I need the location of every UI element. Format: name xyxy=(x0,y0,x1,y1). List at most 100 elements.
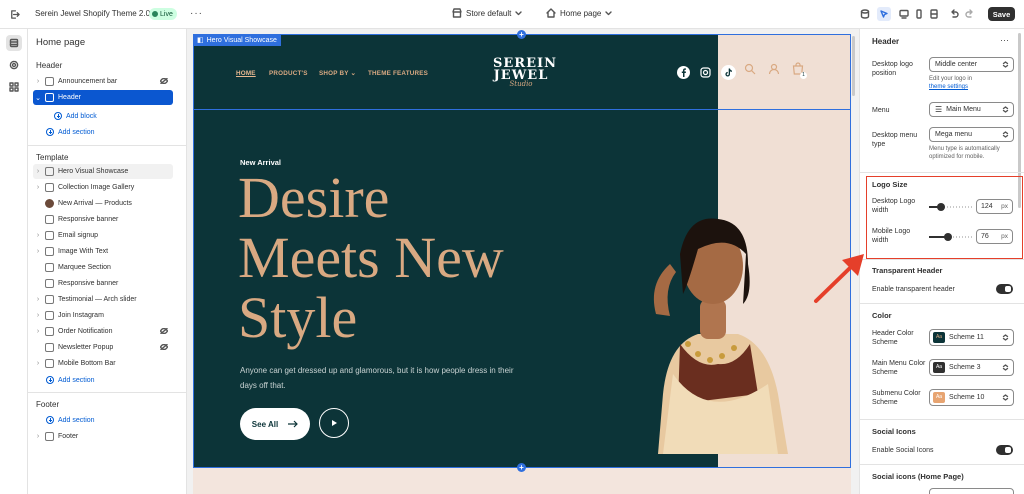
desktop-menu-type-select[interactable]: Mega menu xyxy=(929,127,1014,142)
section-icon xyxy=(45,93,54,102)
redo-icon[interactable] xyxy=(963,7,977,21)
sidebar-item-template[interactable]: › Order Notification xyxy=(33,324,173,339)
sidebar-item-template[interactable]: › Join Instagram xyxy=(33,308,173,323)
chevron-right-icon[interactable]: › xyxy=(33,232,43,239)
sidebar-item-template[interactable]: › Image With Text xyxy=(33,244,173,259)
instagram-icon[interactable] xyxy=(699,66,712,79)
chevron-down-icon[interactable]: ⌄ xyxy=(33,94,43,102)
nav-shop-by[interactable]: SHOP BY ⌄ xyxy=(319,70,356,77)
section-icon xyxy=(45,247,54,256)
see-all-button[interactable]: See All xyxy=(240,408,310,440)
desktop-logo-position-select[interactable]: Middle center xyxy=(929,57,1014,72)
chevron-right-icon[interactable]: › xyxy=(33,360,43,367)
add-section-footer-button[interactable]: Add section xyxy=(46,416,95,424)
transparent-header-title: Transparent Header xyxy=(872,266,943,275)
sidebar-item-label: Join Instagram xyxy=(58,312,104,319)
toggle-knob xyxy=(1005,286,1011,292)
page-selector[interactable]: Home page xyxy=(546,8,613,18)
sidebar-item-footer[interactable]: › Footer xyxy=(33,429,173,444)
color-title: Color xyxy=(872,311,892,320)
desktop-view-icon[interactable] xyxy=(897,7,911,21)
more-actions-button[interactable]: ··· xyxy=(190,8,203,19)
desktop-logo-position-label: Desktop logo position xyxy=(872,61,913,77)
chevron-right-icon[interactable]: › xyxy=(33,248,43,255)
hero-subtext: Anyone can get dressed up and glamorous,… xyxy=(240,366,514,390)
scheme-swatch: Aa xyxy=(933,392,945,403)
undo-icon[interactable] xyxy=(947,7,961,21)
nav-home[interactable]: HOME xyxy=(236,70,256,77)
desktop-logo-position-value: Middle center xyxy=(935,61,978,68)
apps-icon[interactable] xyxy=(6,79,22,95)
settings-gear-icon[interactable] xyxy=(6,57,22,73)
sections-icon[interactable] xyxy=(6,35,22,51)
sidebar-item-template[interactable]: › Mobile Bottom Bar xyxy=(33,356,173,371)
divider xyxy=(860,172,1024,173)
header-color-scheme-select[interactable]: Aa Scheme 11 xyxy=(929,329,1014,346)
store-logo[interactable]: SEREIN JEWEL Studio xyxy=(493,57,556,88)
sidebar-item-template[interactable]: › Collection Image Gallery xyxy=(33,180,173,195)
hidden-eye-icon[interactable] xyxy=(160,328,168,334)
insert-section-top-button[interactable]: + xyxy=(517,30,526,39)
live-dot-icon xyxy=(152,11,158,17)
logo-hint: Edit your logo in theme settings xyxy=(929,75,972,91)
divider xyxy=(860,303,1024,304)
hidden-eye-icon[interactable] xyxy=(160,344,168,350)
header-color-scheme-label: Header Color Scheme xyxy=(872,330,914,346)
plus-circle-icon xyxy=(46,376,54,384)
insert-section-bottom-button[interactable]: + xyxy=(517,463,526,472)
sidebar-item-template[interactable]: Marquee Section xyxy=(33,260,173,275)
add-section-template-button[interactable]: Add section xyxy=(46,376,95,384)
submenu-color-scheme-select[interactable]: Aa Scheme 10 xyxy=(929,389,1014,406)
section-icon xyxy=(45,343,54,352)
database-icon[interactable] xyxy=(858,7,872,21)
social-icons-toggle[interactable] xyxy=(996,445,1013,455)
store-selector[interactable]: Store default xyxy=(452,8,523,18)
sidebar-item-label: New Arrival — Products xyxy=(58,200,132,207)
chevron-right-icon[interactable]: › xyxy=(33,168,43,175)
scheme-swatch: Aa xyxy=(933,332,945,343)
sidebar-item-label: Announcement bar xyxy=(58,78,118,85)
sidebar-item-label: Mobile Bottom Bar xyxy=(58,360,116,367)
header-group-title: Header xyxy=(36,61,63,70)
chevron-right-icon[interactable]: › xyxy=(33,328,43,335)
nav-theme-features[interactable]: THEME FEATURES xyxy=(368,70,428,77)
add-block-button[interactable]: Add block xyxy=(54,112,97,120)
fullscreen-icon[interactable] xyxy=(927,7,941,21)
main-menu-color-scheme-select[interactable]: Aa Scheme 3 xyxy=(929,359,1014,376)
sidebar-item-template[interactable]: Newsletter Popup xyxy=(33,340,173,355)
exit-icon[interactable] xyxy=(9,9,20,20)
sidebar-item-header[interactable]: ⌄ Header xyxy=(33,90,173,105)
preview-scroll-thumb[interactable] xyxy=(852,36,855,96)
chevron-down-icon xyxy=(605,10,613,15)
nav-products[interactable]: PRODUCT'S xyxy=(269,70,308,77)
save-button[interactable]: Save xyxy=(988,7,1015,21)
tiktok-icon[interactable] xyxy=(721,65,736,80)
sidebar-item-template[interactable]: Responsive banner xyxy=(33,212,173,227)
sidebar-item-template[interactable]: › Hero Visual Showcase xyxy=(33,164,173,179)
social-icons-home-select[interactable] xyxy=(929,488,1014,494)
sidebar-item-announcement-bar[interactable]: › Announcement bar xyxy=(33,74,173,89)
facebook-icon[interactable] xyxy=(677,66,690,79)
hidden-eye-icon[interactable] xyxy=(160,78,168,84)
theme-settings-link[interactable]: theme settings xyxy=(929,84,968,90)
transparent-header-toggle[interactable] xyxy=(996,284,1013,294)
account-icon[interactable] xyxy=(768,63,780,75)
inspector-icon[interactable] xyxy=(877,7,891,21)
sidebar-item-template[interactable]: Responsive banner xyxy=(33,276,173,291)
chevron-right-icon[interactable]: › xyxy=(33,296,43,303)
section-icon xyxy=(45,263,54,272)
sidebar-item-template[interactable]: New Arrival — Products xyxy=(33,196,173,211)
menu-select[interactable]: ☰ Main Menu xyxy=(929,102,1014,117)
chevron-right-icon[interactable]: › xyxy=(33,78,43,85)
mobile-view-icon[interactable] xyxy=(912,7,926,21)
play-video-button[interactable] xyxy=(319,408,349,438)
sidebar-item-template[interactable]: › Testimonial — Arch slider xyxy=(33,292,173,307)
desktop-menu-type-label: Desktop menu type xyxy=(872,132,918,148)
sidebar-item-template[interactable]: › Email signup xyxy=(33,228,173,243)
chevron-right-icon[interactable]: › xyxy=(33,312,43,319)
more-options-icon[interactable]: ··· xyxy=(1000,35,1009,45)
add-section-header-button[interactable]: Add section xyxy=(46,128,95,136)
search-icon[interactable] xyxy=(744,63,756,75)
chevron-right-icon[interactable]: › xyxy=(33,433,43,440)
chevron-right-icon[interactable]: › xyxy=(33,184,43,191)
